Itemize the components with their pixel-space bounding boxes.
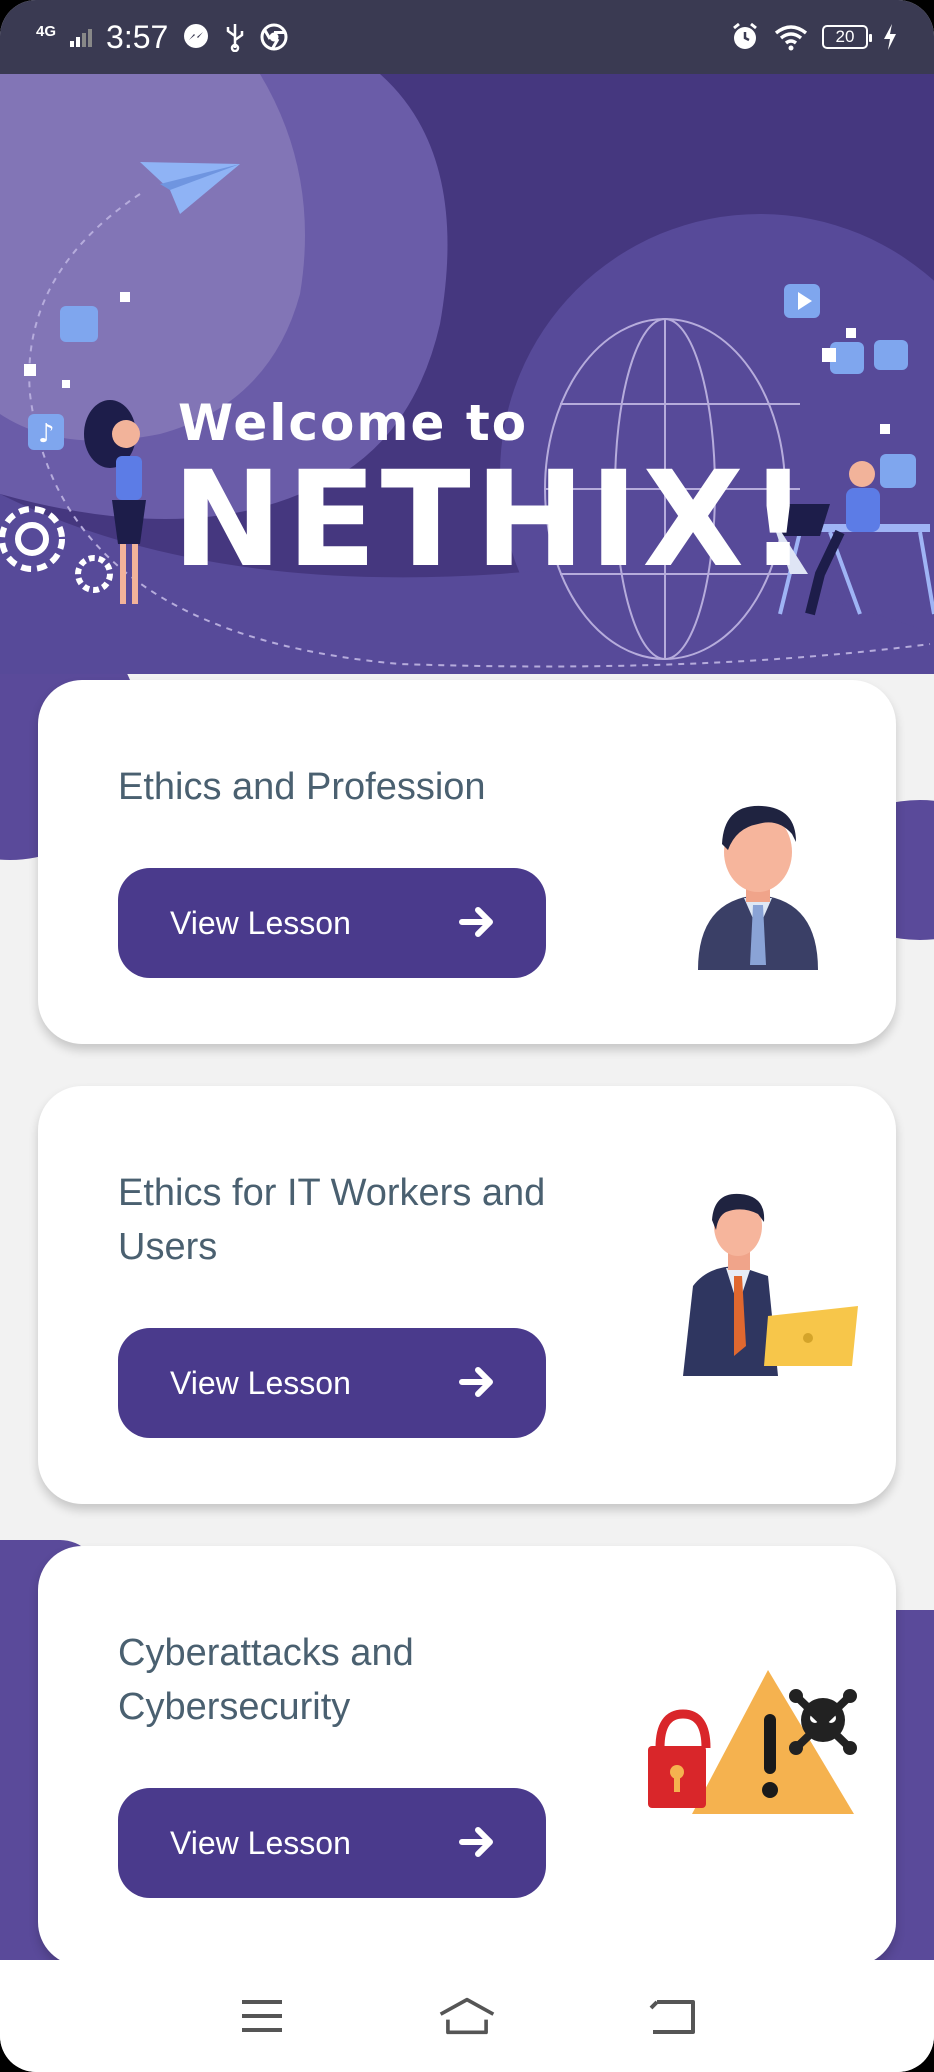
status-time: 3:57 bbox=[106, 18, 169, 55]
view-lesson-button[interactable]: View Lesson bbox=[118, 868, 546, 978]
alarm-icon bbox=[733, 22, 757, 49]
security-warning-illustration bbox=[648, 1670, 857, 1814]
lesson-title: Cyberattacks and Cybersecurity bbox=[118, 1632, 414, 1728]
home-icon bbox=[439, 1997, 495, 2035]
view-lesson-label: View Lesson bbox=[170, 904, 351, 941]
battery-indicator: 20 bbox=[822, 25, 872, 49]
view-lesson-label: View Lesson bbox=[170, 1364, 351, 1401]
svg-text:♪: ♪ bbox=[38, 419, 55, 449]
network-type: 4G bbox=[36, 22, 57, 40]
messenger-icon bbox=[184, 24, 209, 48]
usb-icon bbox=[227, 24, 244, 52]
status-bar: 4G 3:57 20 bbox=[0, 0, 934, 74]
signal-icon bbox=[70, 29, 93, 47]
hero-banner: ♪ Welcome to NETHIX! bbox=[0, 74, 934, 674]
view-lesson-label: View Lesson bbox=[170, 1824, 351, 1861]
back-icon bbox=[649, 2000, 695, 2034]
app-name-title: NETHIX! bbox=[172, 443, 813, 597]
businessman-illustration bbox=[698, 805, 818, 970]
back-button[interactable] bbox=[642, 1986, 702, 2046]
lesson-card-cyberattacks[interactable]: Cyberattacks and Cybersecurity View Less… bbox=[38, 1546, 896, 1966]
home-button[interactable] bbox=[437, 1986, 497, 2046]
app-screen: 4G 3:57 20 ♪ Welcome to NETHIX! Ethics a… bbox=[0, 0, 934, 2072]
menu-icon bbox=[242, 2000, 283, 2032]
system-nav-bar bbox=[0, 1960, 934, 2072]
arrow-right-icon bbox=[459, 907, 493, 937]
charging-icon bbox=[884, 24, 896, 50]
battery-level: 20 bbox=[835, 27, 855, 46]
arrow-right-icon bbox=[459, 1367, 493, 1397]
view-lesson-button[interactable]: View Lesson bbox=[118, 1328, 546, 1438]
wifi-icon bbox=[774, 25, 808, 51]
lesson-card-ethics-it-workers[interactable]: Ethics for IT Workers and Users View Les… bbox=[38, 1086, 896, 1504]
menu-button[interactable] bbox=[232, 1986, 292, 2046]
arrow-right-icon bbox=[459, 1827, 493, 1857]
view-lesson-button[interactable]: View Lesson bbox=[118, 1788, 546, 1898]
lesson-title: Ethics and Profession bbox=[118, 766, 486, 808]
chrome-icon bbox=[260, 23, 288, 51]
lesson-title: Ethics for IT Workers and Users bbox=[118, 1172, 546, 1268]
lesson-card-ethics-profession[interactable]: Ethics and Profession View Lesson bbox=[38, 680, 896, 1044]
laptop-worker-illustration bbox=[683, 1193, 858, 1376]
